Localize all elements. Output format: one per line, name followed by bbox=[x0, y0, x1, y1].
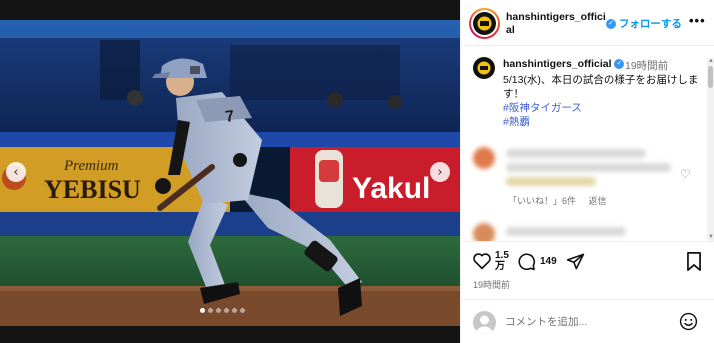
comment-like-count[interactable]: 「いいね！」6件 bbox=[508, 196, 576, 206]
ad-text-yebisu: YEBISU bbox=[44, 175, 141, 204]
carousel-dot bbox=[232, 308, 237, 313]
share-send-icon[interactable] bbox=[566, 252, 585, 276]
caption-username[interactable]: hanshintigers_official ✓ bbox=[503, 58, 625, 71]
carousel-dot bbox=[240, 308, 245, 313]
verified-badge-icon: ✓ bbox=[614, 59, 625, 70]
ad-text-premium: Premium bbox=[63, 158, 119, 174]
post-header: hanshintigers_official ✓ フォローする ••• bbox=[461, 0, 714, 46]
header-avatar[interactable] bbox=[469, 8, 500, 39]
comment-input[interactable] bbox=[505, 314, 673, 330]
tigers-logo-icon bbox=[473, 12, 496, 35]
header-username[interactable]: hanshintigers_official bbox=[506, 11, 609, 37]
caption-avatar[interactable] bbox=[473, 57, 495, 79]
verified-badge-icon: ✓ bbox=[606, 19, 616, 30]
carousel-next-button[interactable]: › bbox=[430, 162, 450, 182]
comment-bubble-icon[interactable] bbox=[517, 252, 536, 276]
more-options-icon[interactable]: ••• bbox=[689, 13, 706, 28]
carousel-dot bbox=[200, 308, 205, 313]
follow-label: フォローする bbox=[618, 18, 682, 30]
emoji-smiley-icon[interactable] bbox=[679, 312, 698, 336]
caption-text: 5/13(水)、本日の試合の様子をお届けします！ bbox=[503, 74, 699, 100]
blurred-commenter-avatar bbox=[473, 223, 495, 241]
blurred-comment-text bbox=[506, 227, 626, 236]
post-photo[interactable]: 7 Premium YEBISU Yakul ‹ › bbox=[0, 0, 460, 343]
post-timestamp: 19時間前 bbox=[473, 280, 511, 290]
blurred-comment-text bbox=[506, 177, 596, 186]
comment-reply-button[interactable]: 返信 bbox=[589, 196, 607, 206]
comment-count: 149 bbox=[540, 256, 557, 267]
post-side-panel: hanshintigers_official ✓ フォローする ••• hans… bbox=[460, 0, 714, 343]
post-modal: 7 Premium YEBISU Yakul ‹ › hanshintigers… bbox=[0, 0, 714, 343]
blurred-comment-text bbox=[506, 149, 646, 158]
comments-area: hanshintigers_official ✓ 19時間前 5/13(水)、本… bbox=[461, 47, 714, 241]
post-actions: 1.5 万 149 19時間前 bbox=[461, 241, 714, 299]
carousel-dots bbox=[200, 308, 245, 313]
caption-time: 19時間前 bbox=[625, 60, 669, 72]
carousel-dot bbox=[216, 308, 221, 313]
bookmark-icon[interactable] bbox=[686, 252, 702, 276]
ad-text-yakult: Yakul bbox=[352, 172, 430, 205]
blurred-comment-text bbox=[506, 163, 671, 172]
hashtag-link[interactable]: #阪神タイガース bbox=[503, 100, 582, 115]
carousel-dot bbox=[224, 308, 229, 313]
follow-button[interactable]: ✓ フォローする bbox=[606, 16, 682, 31]
comment-meta: 「いいね！」6件 返信 bbox=[508, 194, 617, 207]
baseball-photo: 7 Premium YEBISU Yakul bbox=[0, 0, 460, 343]
blurred-commenter-avatar bbox=[473, 147, 495, 169]
carousel-prev-button[interactable]: ‹ bbox=[6, 162, 26, 182]
current-user-avatar bbox=[473, 311, 496, 334]
like-count: 1.5 万 bbox=[495, 250, 509, 272]
like-heart-icon[interactable] bbox=[472, 252, 492, 275]
hashtag-link[interactable]: #熱覇 bbox=[503, 114, 530, 129]
carousel-dot bbox=[208, 308, 213, 313]
comments-scrollbar[interactable]: ▲ ▼ bbox=[707, 58, 714, 242]
add-comment-bar bbox=[461, 299, 714, 343]
comment-like-icon[interactable]: ♡ bbox=[680, 167, 691, 181]
